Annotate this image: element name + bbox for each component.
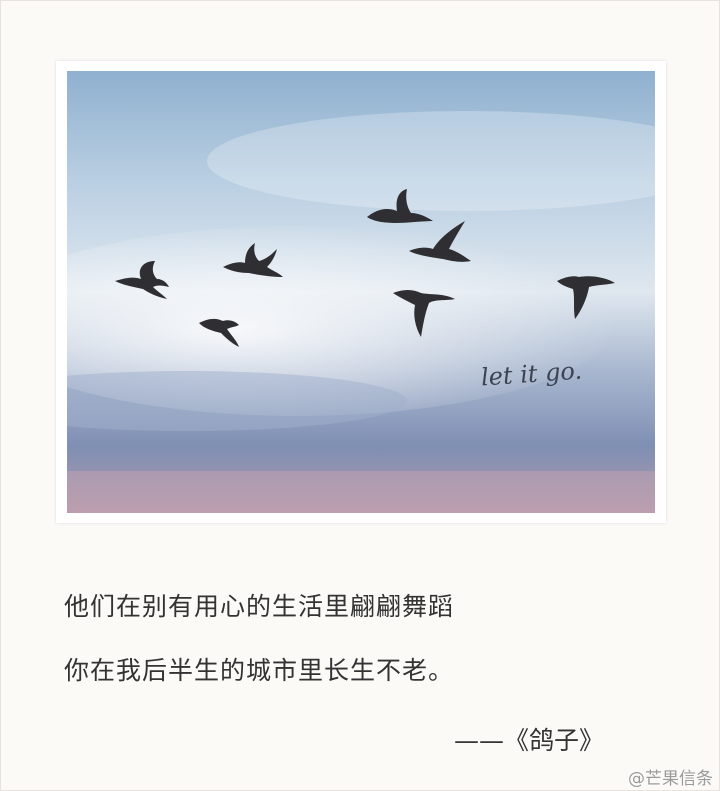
sky-birds-photo: let it go.	[67, 71, 655, 513]
poem-attribution: ——《鸽子》	[454, 726, 605, 755]
photo-frame: let it go.	[56, 61, 666, 523]
watermark: @芒果信条	[628, 769, 713, 789]
poem-line-1: 他们在别有用心的生活里翩翩舞蹈	[64, 592, 455, 621]
post-card: let it go. 他们在别有用心的生活里翩翩舞蹈 你在我后半生的城市里长生不…	[0, 0, 720, 791]
poem-line-2: 你在我后半生的城市里长生不老。	[64, 656, 455, 685]
